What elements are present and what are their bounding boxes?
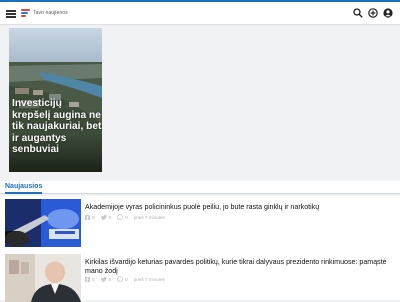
article-title[interactable]: Akademijoje vyras policininkus puolė pei… <box>85 203 390 212</box>
article-list: Akademijoje vyras policininkus puolė pei… <box>0 196 400 302</box>
like-count: 0 <box>92 214 95 220</box>
article-title[interactable]: Kirkilas išvardijo keturias pavardes pol… <box>85 258 390 276</box>
search-icon[interactable] <box>353 8 363 18</box>
twitter-icon <box>100 276 107 282</box>
article-thumbnail[interactable] <box>5 254 81 302</box>
facebook-icon <box>85 214 90 220</box>
logo-text: Tavo naujienos <box>33 9 68 16</box>
article-thumbnail[interactable] <box>5 199 81 247</box>
logo-mark-icon <box>21 9 30 17</box>
like-button[interactable]: 0 <box>85 214 95 220</box>
comment-icon <box>117 214 124 220</box>
share-button[interactable]: 0 <box>100 276 112 282</box>
article-time: prieš 7 minutes <box>133 276 165 282</box>
add-icon[interactable] <box>368 8 378 18</box>
comment-count: 0 <box>125 214 128 220</box>
site-logo[interactable]: Tavo naujienos <box>21 9 68 17</box>
like-count: 0 <box>92 276 95 282</box>
hero-title[interactable]: Investicijų krepšelį augina ne tik nauja… <box>12 98 102 156</box>
article-time: prieš 7 minutes <box>133 214 165 220</box>
comments-button[interactable]: 0 <box>117 276 128 282</box>
list-item[interactable]: Kirkilas išvardijo keturias pavardes pol… <box>5 254 397 302</box>
police-knife-image <box>5 199 81 247</box>
top-navigation-bar: Tavo naujienos <box>0 0 400 25</box>
share-button[interactable]: 0 <box>100 214 112 220</box>
comment-count: 0 <box>125 276 128 282</box>
like-button[interactable]: 0 <box>85 276 95 282</box>
list-item[interactable]: Akademijoje vyras policininkus puolė pei… <box>5 199 397 249</box>
hero-article-card[interactable]: Investicijų krepšelį augina ne tik nauja… <box>9 28 102 172</box>
user-icon[interactable] <box>383 8 393 18</box>
comments-button[interactable]: 0 <box>117 214 128 220</box>
menu-icon[interactable] <box>6 10 16 18</box>
tab-latest[interactable]: Naujausios <box>5 183 43 194</box>
comment-icon <box>117 276 124 282</box>
article-meta: 0 0 0 prieš 7 minutes <box>85 276 165 282</box>
share-count: 0 <box>108 276 112 282</box>
twitter-icon <box>100 214 107 220</box>
article-meta: 0 0 0 prieš 7 minutes <box>85 214 165 220</box>
share-count: 0 <box>108 214 112 220</box>
section-tabs: Naujausios <box>0 181 400 194</box>
facebook-icon <box>85 276 90 282</box>
politician-portrait-image <box>5 254 81 302</box>
